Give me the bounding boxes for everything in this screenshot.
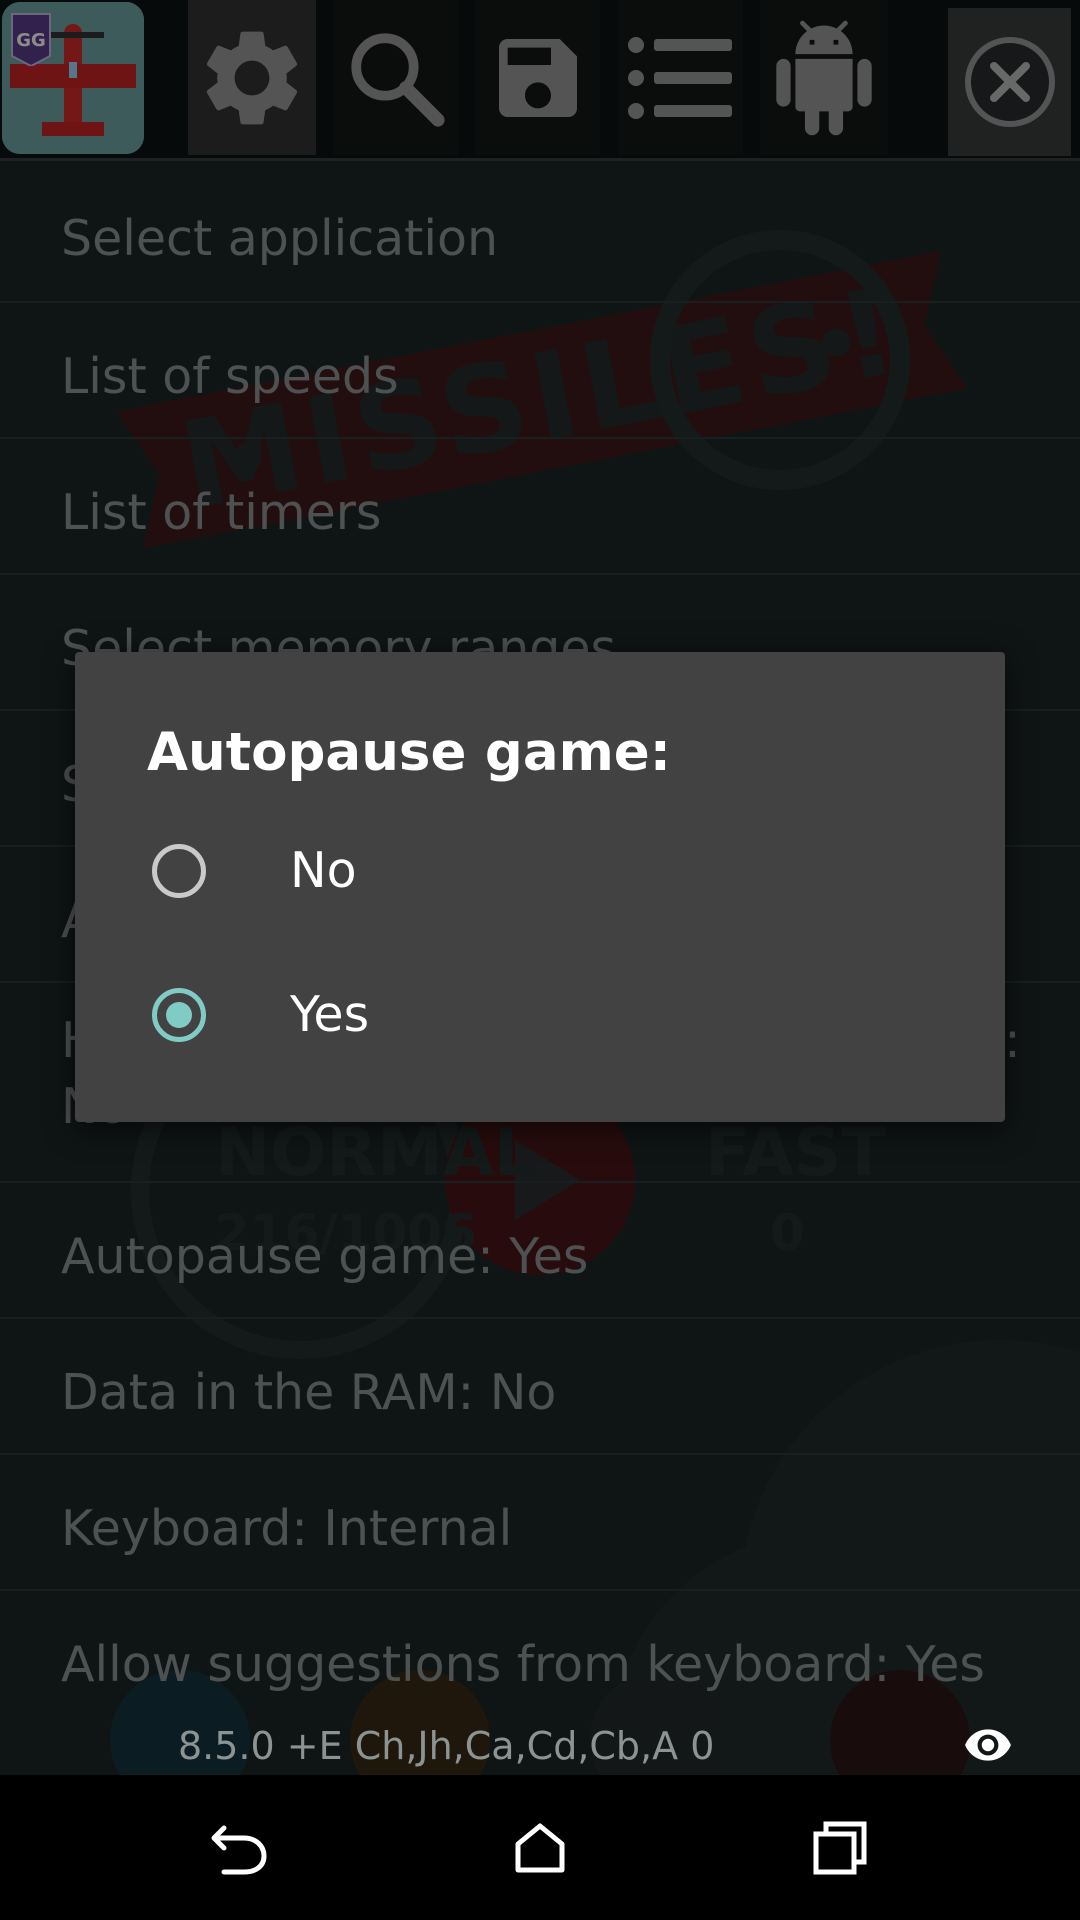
radio-button-unchecked[interactable]: [152, 844, 206, 898]
autopause-dialog: Autopause game: No Yes: [75, 652, 1005, 1122]
system-navigation-bar: [0, 1775, 1080, 1920]
status-line: 8.5.0 +E Ch,Jh,Ca,Cd,Cb,A 0: [178, 1724, 715, 1768]
radio-option-yes[interactable]: Yes: [75, 946, 1005, 1086]
radio-option-no[interactable]: No: [75, 802, 1005, 942]
back-icon: [210, 1820, 270, 1880]
radio-label: Yes: [290, 986, 370, 1043]
dialog-title: Autopause game:: [147, 722, 671, 783]
radio-button-checked[interactable]: [152, 988, 206, 1042]
recent-apps-button[interactable]: [800, 1815, 880, 1885]
radio-label: No: [290, 842, 357, 899]
home-icon: [514, 1822, 566, 1878]
eye-icon: [960, 1729, 1016, 1774]
recent-apps-icon: [812, 1820, 868, 1880]
home-button[interactable]: [500, 1815, 580, 1885]
back-button[interactable]: [200, 1815, 280, 1885]
visibility-toggle-button[interactable]: [960, 1720, 1016, 1770]
